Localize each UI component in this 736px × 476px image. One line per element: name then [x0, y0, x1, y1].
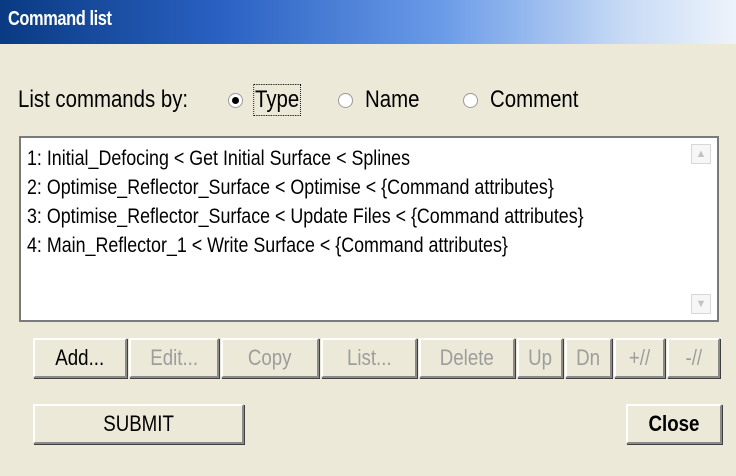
- submit-button[interactable]: SUBMIT: [33, 404, 244, 444]
- list-item[interactable]: 3: Optimise_Reflector_Surface < Update F…: [27, 202, 683, 231]
- list-item[interactable]: 4: Main_Reflector_1 < Write Surface < {C…: [27, 231, 683, 260]
- radio-comment-label: Comment: [490, 86, 579, 113]
- copy-button[interactable]: Copy: [221, 338, 319, 378]
- add-button[interactable]: Add...: [33, 338, 127, 378]
- radio-comment[interactable]: Comment: [463, 86, 594, 114]
- scroll-down-arrow-icon[interactable]: ▼: [691, 294, 711, 314]
- delete-button[interactable]: Delete: [419, 338, 515, 378]
- radio-unchecked-icon: [338, 92, 353, 108]
- scroll-up-arrow-icon[interactable]: ▲: [691, 144, 711, 164]
- list-item[interactable]: 2: Optimise_Reflector_Surface < Optimise…: [27, 173, 683, 202]
- radio-unchecked-icon: [463, 92, 478, 108]
- move-up-button[interactable]: Up: [517, 338, 563, 378]
- command-listbox[interactable]: 1: Initial_Defocing < Get Initial Surfac…: [19, 136, 719, 322]
- radio-type-label: Type: [253, 84, 301, 116]
- move-down-button[interactable]: Dn: [565, 338, 612, 378]
- window-title: Command list: [8, 8, 112, 30]
- comment-add-button[interactable]: +//: [614, 338, 665, 378]
- list-by-label: List commands by:: [18, 86, 189, 113]
- radio-name-label: Name: [365, 86, 420, 113]
- list-button[interactable]: List...: [321, 338, 417, 378]
- list-item[interactable]: 1: Initial_Defocing < Get Initial Surfac…: [27, 144, 683, 173]
- comment-remove-button[interactable]: -//: [667, 338, 720, 378]
- command-list-dialog: Command list List commands by: Type Name…: [0, 0, 736, 476]
- radio-type[interactable]: Type: [228, 84, 307, 116]
- close-button[interactable]: Close: [626, 404, 722, 444]
- title-bar[interactable]: Command list: [0, 0, 736, 44]
- edit-button[interactable]: Edit...: [129, 338, 219, 378]
- radio-checked-icon: [228, 92, 243, 108]
- radio-name[interactable]: Name: [338, 86, 429, 114]
